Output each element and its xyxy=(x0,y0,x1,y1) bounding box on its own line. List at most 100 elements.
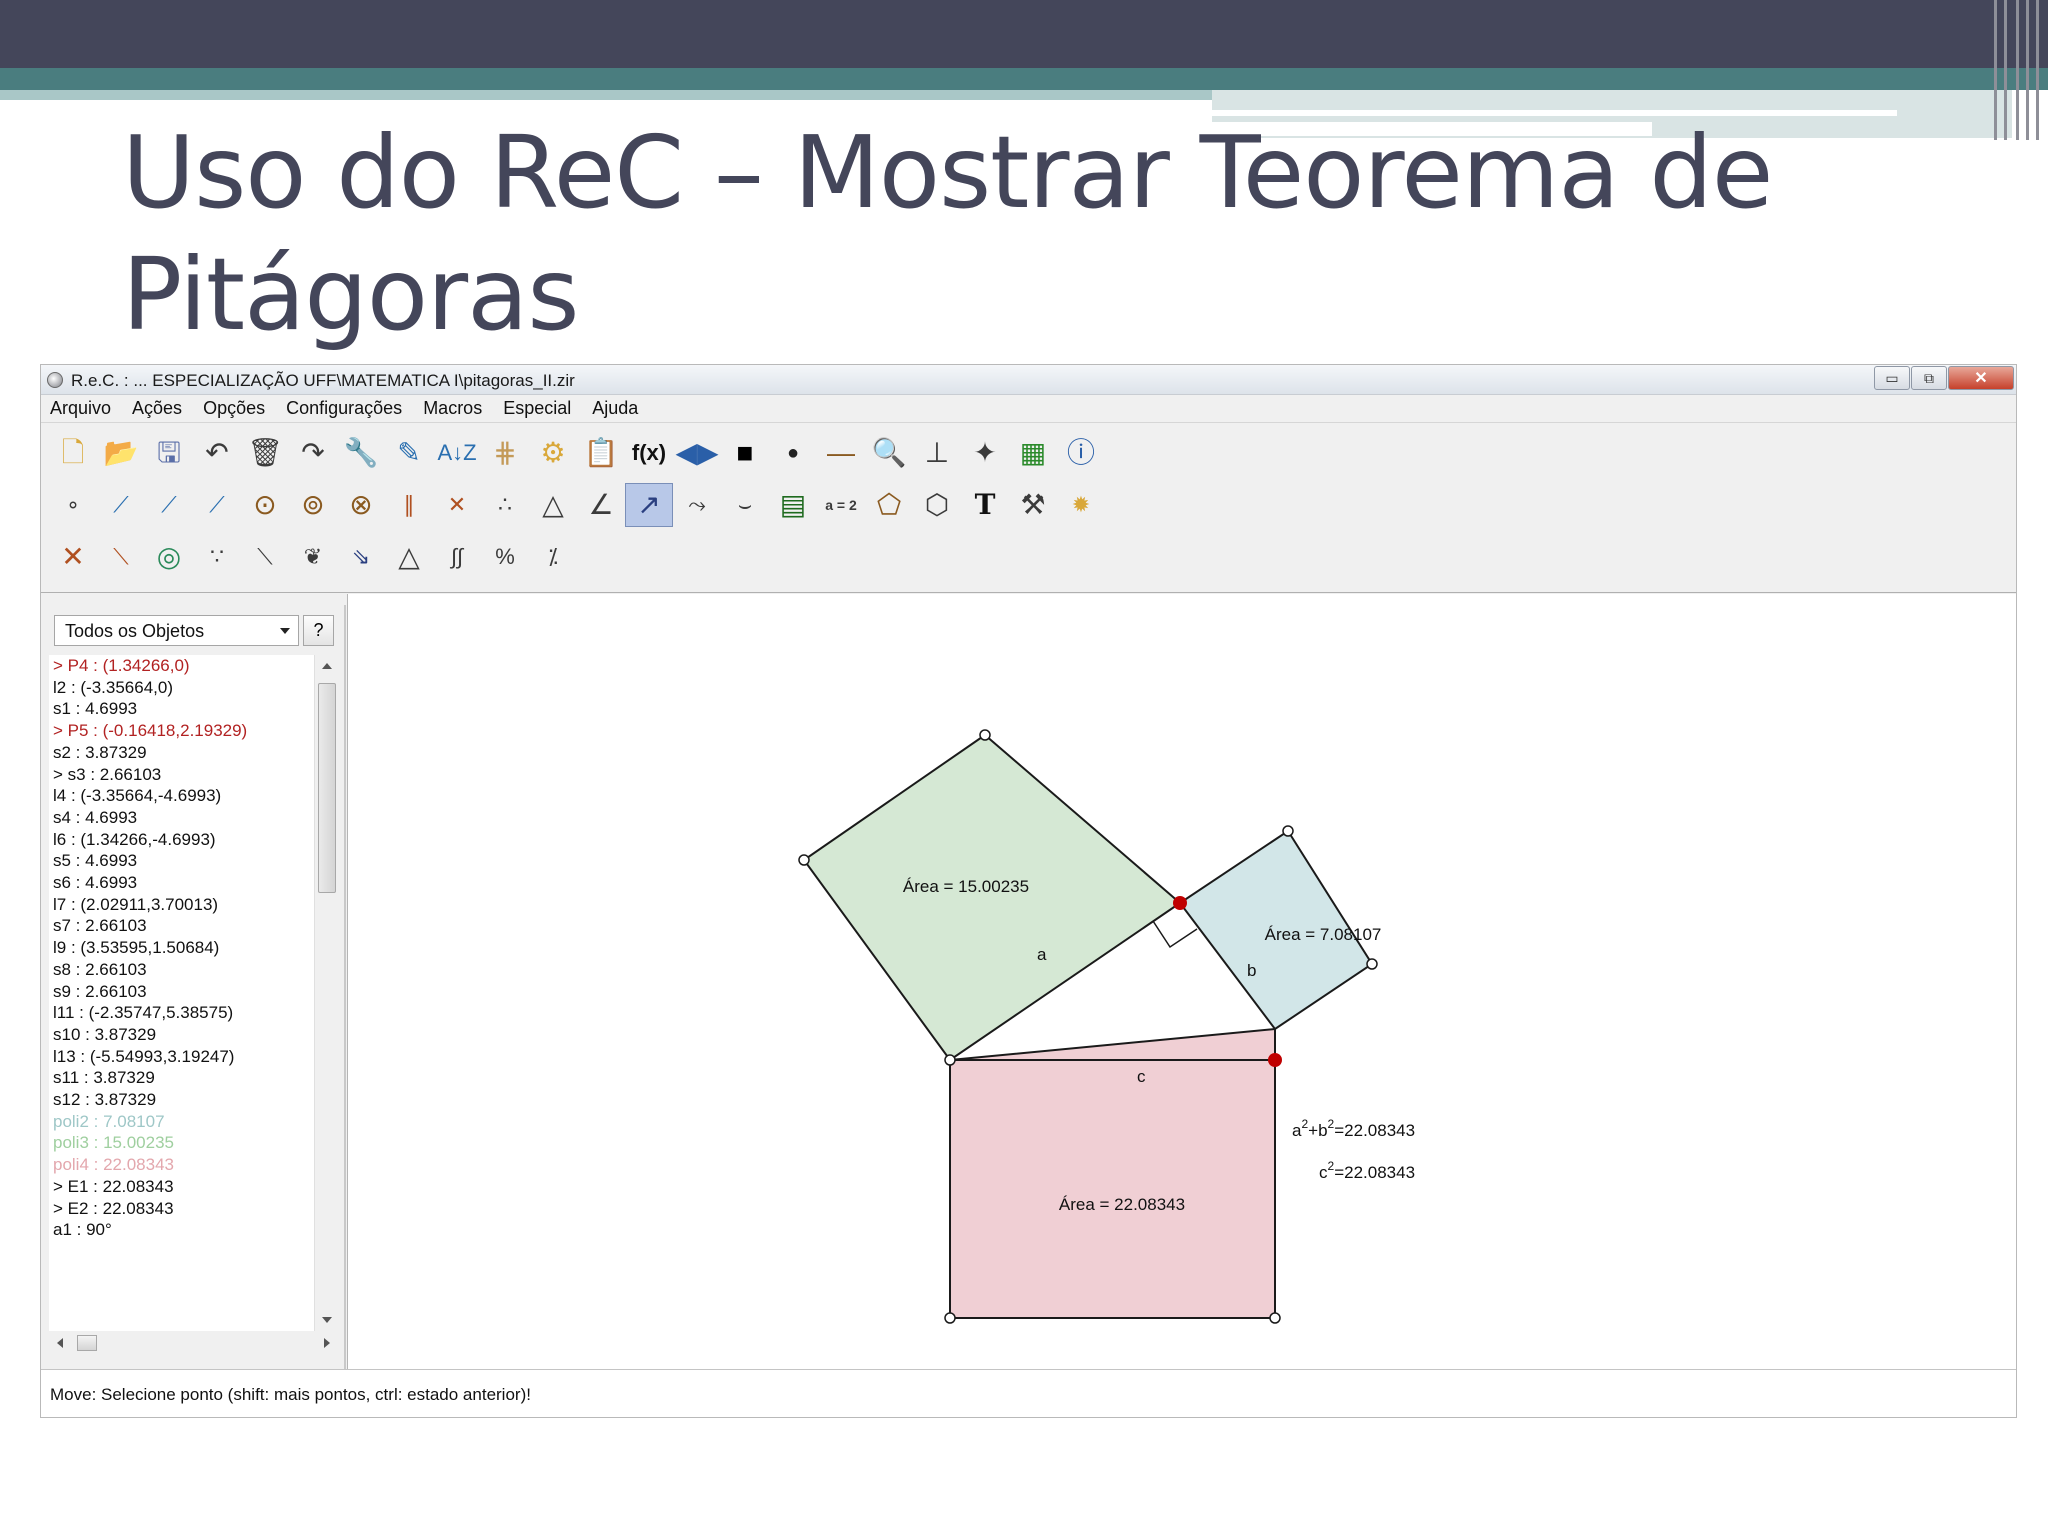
point[interactable] xyxy=(979,729,991,741)
scroll-up-icon[interactable] xyxy=(322,663,332,669)
object-list-item[interactable]: s10 : 3.87329 xyxy=(53,1024,314,1046)
object-list-item[interactable]: a1 : 90° xyxy=(53,1219,314,1241)
point-style-icon[interactable]: ● xyxy=(769,431,817,475)
scroll-left-icon[interactable] xyxy=(57,1338,63,1348)
save-file-icon[interactable]: 🖫 xyxy=(145,431,193,475)
object-list-item[interactable]: poli2 : 7.08107 xyxy=(53,1111,314,1133)
line-tool-icon[interactable]: ⟋ xyxy=(97,483,145,527)
scroll-down-icon[interactable] xyxy=(322,1317,332,1323)
perpendicular-tool-icon[interactable]: ✕ xyxy=(433,483,481,527)
function-icon[interactable]: f(x) xyxy=(625,431,673,475)
move-tool-icon[interactable]: ↗ xyxy=(625,483,673,527)
zoom-icon[interactable]: 🔍 xyxy=(865,431,913,475)
object-list-item[interactable]: s4 : 4.6993 xyxy=(53,807,314,829)
object-list-item[interactable]: > P5 : (-0.16418,2.19329) xyxy=(53,720,314,742)
menu-opcoes[interactable]: Opções xyxy=(203,398,265,419)
point-tool-icon[interactable]: ∘ xyxy=(49,483,97,527)
undo-icon[interactable]: ↶ xyxy=(193,431,241,475)
quadrilateral-tool-icon[interactable]: ⬠ xyxy=(865,483,913,527)
text-tool-icon[interactable]: T xyxy=(961,483,1009,527)
info-icon[interactable]: ⓘ xyxy=(1057,431,1105,475)
midpoint-tool-icon[interactable]: ∴ xyxy=(481,483,529,527)
bisector-tool-icon[interactable]: ⟍ xyxy=(97,535,145,579)
wrench-icon[interactable]: 🔧 xyxy=(337,431,385,475)
menu-configuracoes[interactable]: Configurações xyxy=(286,398,402,419)
animate-tool-icon[interactable]: ⌣ xyxy=(721,483,769,527)
circle-3pts-tool-icon[interactable]: ⊚ xyxy=(289,483,337,527)
point[interactable] xyxy=(1269,1312,1281,1324)
help-button[interactable]: ? xyxy=(303,615,334,646)
object-list-item[interactable]: > P4 : (1.34266,0) xyxy=(53,655,314,677)
redo-icon[interactable]: ↷ xyxy=(289,431,337,475)
point[interactable] xyxy=(1282,825,1294,837)
point[interactable] xyxy=(798,854,810,866)
object-list-item[interactable]: poli4 : 22.08343 xyxy=(53,1154,314,1176)
formula-tool-icon[interactable]: a = 2 xyxy=(817,483,865,527)
rotation-tool-icon[interactable]: ❦ xyxy=(289,535,337,579)
conic-tool-icon[interactable]: ⬡ xyxy=(913,483,961,527)
intersection-tool-icon[interactable]: ✕ xyxy=(49,535,97,579)
vector-tool-icon[interactable]: ⇘ xyxy=(337,535,385,579)
object-list-item[interactable]: l2 : (-3.35664,0) xyxy=(53,677,314,699)
color-black-icon[interactable]: ■ xyxy=(721,431,769,475)
scroll-right-icon[interactable] xyxy=(324,1338,330,1348)
locus-tool-icon[interactable]: ∫∫ xyxy=(433,535,481,579)
axes-icon[interactable]: ⊥ xyxy=(913,431,961,475)
object-list-item[interactable]: s6 : 4.6993 xyxy=(53,872,314,894)
object-list-item[interactable]: s2 : 3.87329 xyxy=(53,742,314,764)
menu-ajuda[interactable]: Ajuda xyxy=(592,398,638,419)
object-list-item[interactable]: l11 : (-2.35747,5.38575) xyxy=(53,1002,314,1024)
object-list-item[interactable]: l4 : (-3.35664,-4.6993) xyxy=(53,785,314,807)
object-list-item[interactable]: > E2 : 22.08343 xyxy=(53,1198,314,1220)
open-file-icon[interactable]: 📂 xyxy=(97,431,145,475)
object-list-item[interactable]: s5 : 4.6993 xyxy=(53,850,314,872)
square-a[interactable] xyxy=(802,733,1182,1062)
sort-az-icon[interactable]: A↓Z xyxy=(433,431,481,475)
object-list-item[interactable]: s12 : 3.87329 xyxy=(53,1089,314,1111)
menu-especial[interactable]: Especial xyxy=(503,398,571,419)
object-list-item[interactable]: s9 : 2.66103 xyxy=(53,981,314,1003)
compass-tool-icon[interactable]: ◎ xyxy=(145,535,193,579)
object-list-item[interactable]: > E1 : 22.08343 xyxy=(53,1176,314,1198)
restore-button[interactable]: ⧉ xyxy=(1911,366,1947,390)
parallel-tool-icon[interactable]: ∥ xyxy=(385,483,433,527)
point-p4[interactable] xyxy=(1268,1053,1282,1067)
object-list-item[interactable]: poli3 : 15.00235 xyxy=(53,1132,314,1154)
window-titlebar[interactable]: R.e.C. : ... ESPECIALIZAÇÃO UFF\MATEMATI… xyxy=(41,365,2016,395)
segment-tool-icon[interactable]: ⟋ xyxy=(145,483,193,527)
object-list-item[interactable]: l9 : (3.53595,1.50684) xyxy=(53,937,314,959)
mirror-icon[interactable]: ◀▶ xyxy=(673,431,721,475)
object-list-hscroll[interactable] xyxy=(49,1331,338,1355)
gear-icon[interactable]: ✹ xyxy=(1057,483,1105,527)
circle-tool-icon[interactable]: ⊙ xyxy=(241,483,289,527)
arc-tool-icon[interactable]: ⊗ xyxy=(337,483,385,527)
object-list-item[interactable]: l7 : (2.02911,3.70013) xyxy=(53,894,314,916)
measure-tool-icon[interactable]: ⁒ xyxy=(529,535,577,579)
line-style-icon[interactable]: — xyxy=(817,431,865,475)
object-list-item[interactable]: l13 : (-5.54993,3.19247) xyxy=(53,1046,314,1068)
trace-tool-icon[interactable]: ⤳ xyxy=(673,483,721,527)
menu-macros[interactable]: Macros xyxy=(423,398,482,419)
close-button[interactable]: ✕ xyxy=(1948,366,2014,390)
object-filter-select[interactable]: Todos os Objetos xyxy=(54,615,299,646)
polygon-tool-icon[interactable]: △ xyxy=(529,483,577,527)
magic-wand-icon[interactable]: ✦ xyxy=(961,431,1009,475)
point[interactable] xyxy=(944,1312,956,1324)
clipboard-icon[interactable]: 📋 xyxy=(577,431,625,475)
drawing-canvas[interactable]: Área = 15.00235 Área = 7.08107 Área = 22… xyxy=(347,594,2016,1369)
reflection-tool-icon[interactable]: ⟍ xyxy=(241,535,289,579)
hscroll-thumb[interactable] xyxy=(77,1335,97,1351)
point[interactable] xyxy=(944,1054,956,1066)
settings-icon[interactable]: ⚙ xyxy=(529,431,577,475)
edit-object-icon[interactable]: ✎ xyxy=(385,431,433,475)
object-list-item[interactable]: > s3 : 2.66103 xyxy=(53,764,314,786)
point[interactable] xyxy=(1366,958,1378,970)
palette-icon[interactable]: ▦ xyxy=(1009,431,1057,475)
minimize-button[interactable]: ▭ xyxy=(1874,366,1910,390)
object-list-item[interactable]: s7 : 2.66103 xyxy=(53,915,314,937)
object-list-item[interactable]: s1 : 4.6993 xyxy=(53,698,314,720)
menu-arquivo[interactable]: Arquivo xyxy=(50,398,111,419)
delete-icon[interactable]: 🗑 xyxy=(241,431,289,475)
object-list-item[interactable]: l6 : (1.34266,-4.6993) xyxy=(53,829,314,851)
hammer-icon[interactable]: ⚒ xyxy=(1009,483,1057,527)
